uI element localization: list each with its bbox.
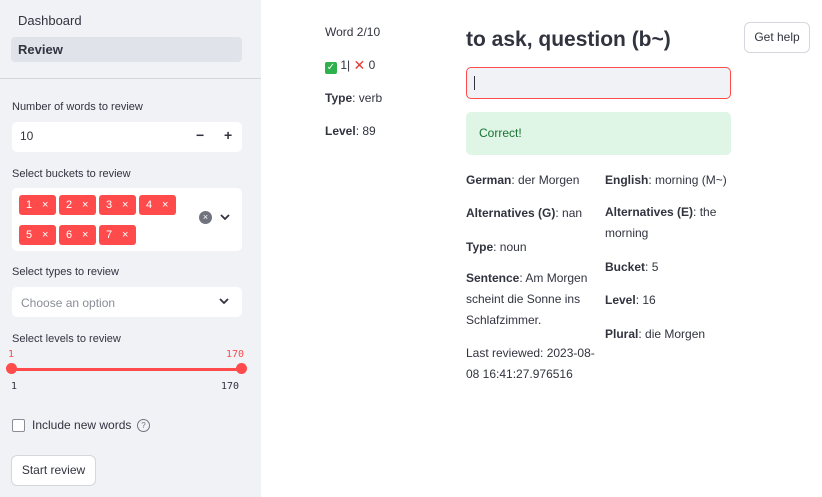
detail-value: der Morgen	[518, 173, 580, 187]
slider-min-handle[interactable]	[6, 363, 17, 374]
slider-max-handle[interactable]	[236, 363, 247, 374]
cross-icon: ✕	[353, 57, 366, 73]
bucket-chip[interactable]: 7 ×	[99, 225, 136, 245]
detail-english: English: morning (M~)	[605, 173, 727, 187]
get-help-button[interactable]: Get help	[744, 22, 810, 53]
num-words-label: Number of words to review	[12, 101, 143, 113]
levels-label: Select levels to review	[12, 333, 121, 345]
text-caret	[474, 76, 475, 90]
last-reviewed: Last reviewed: 2023-08-08 16:41:27.97651…	[466, 346, 595, 381]
word-counter: Word 2/10	[325, 25, 381, 39]
score-row: ✓ 1| ✕ 0	[325, 58, 375, 74]
bucket-chip[interactable]: 2 ×	[59, 195, 96, 215]
sidebar-divider	[0, 78, 261, 79]
chip-remove-icon[interactable]: ×	[42, 225, 48, 245]
chevron-down-icon[interactable]	[220, 214, 230, 221]
score-separator: |	[347, 58, 351, 72]
nav-review[interactable]: Review	[11, 37, 242, 62]
wrong-count: 0	[368, 58, 376, 72]
start-review-button[interactable]: Start review	[11, 455, 96, 486]
answer-input[interactable]	[466, 67, 731, 99]
check-icon: ✓	[325, 62, 337, 74]
slider-min-value: 1	[8, 349, 15, 360]
bucket-chip[interactable]: 5 ×	[19, 225, 56, 245]
chip-label: 3	[106, 199, 113, 211]
chip-label: 6	[66, 229, 73, 241]
sidebar: Dashboard Review Number of words to revi…	[0, 0, 261, 497]
detail-value: nan	[562, 206, 583, 220]
detail-sentence: Sentence: Am Morgen scheint die Sonne in…	[466, 271, 588, 327]
chevron-down-icon[interactable]	[219, 298, 229, 305]
bucket-chip[interactable]: 1 ×	[19, 195, 56, 215]
include-new-label[interactable]: Include new words	[32, 418, 131, 432]
level-label: Level	[325, 124, 356, 138]
bucket-chip[interactable]: 6 ×	[59, 225, 96, 245]
chip-remove-icon[interactable]: ×	[82, 225, 88, 245]
chip-remove-icon[interactable]: ×	[122, 225, 128, 245]
detail-label: Type	[466, 240, 494, 254]
detail-label: Alternatives (G)	[466, 206, 556, 220]
detail-label: Alternatives (E)	[605, 205, 694, 219]
detail-alternatives-e: Alternatives (E): the morning	[605, 205, 717, 240]
detail-alternatives-g: Alternatives (G): nan	[466, 206, 583, 220]
level-value: 89	[362, 124, 376, 138]
slider-max-value: 170	[226, 349, 245, 360]
word-type: Type: verb	[325, 91, 383, 105]
chip-label: 2	[66, 199, 73, 211]
type-label: Type	[325, 91, 353, 105]
num-words-value[interactable]: 10	[20, 129, 33, 143]
detail-level: Level: 16	[605, 293, 656, 307]
num-words-input[interactable]: 10 − +	[12, 122, 242, 152]
buckets-multiselect[interactable]: 1 × 2 × 3 × 4 × 5 × 6 × 7 × ×	[12, 188, 242, 251]
levels-slider-track[interactable]	[11, 368, 242, 371]
clear-all-icon[interactable]: ×	[199, 211, 212, 224]
chip-remove-icon[interactable]: ×	[122, 195, 128, 215]
chip-label: 1	[26, 199, 33, 211]
detail-label: Level	[605, 293, 636, 307]
detail-label: Bucket	[605, 260, 646, 274]
detail-value: noun	[499, 240, 527, 254]
detail-label: German	[466, 173, 512, 187]
detail-label: Plural	[605, 327, 639, 341]
buckets-label: Select buckets to review	[12, 168, 131, 180]
decrement-button[interactable]: −	[196, 127, 204, 143]
detail-value: morning (M~)	[655, 173, 727, 187]
chip-label: 5	[26, 229, 33, 241]
chip-remove-icon[interactable]: ×	[42, 195, 48, 215]
nav-dashboard[interactable]: Dashboard	[11, 8, 242, 33]
detail-label: Sentence	[466, 271, 520, 285]
chip-remove-icon[interactable]: ×	[162, 195, 168, 215]
increment-button[interactable]: +	[224, 127, 232, 143]
bucket-chip[interactable]: 4 ×	[139, 195, 176, 215]
detail-german: German: der Morgen	[466, 173, 580, 187]
types-select[interactable]: Choose an option	[12, 287, 242, 317]
feedback-message: Correct!	[466, 112, 731, 155]
detail-bucket: Bucket: 5	[605, 260, 659, 274]
slider-range-min: 1	[11, 381, 18, 392]
types-label: Select types to review	[12, 266, 119, 278]
detail-value: die Morgen	[645, 327, 706, 341]
detail-plural: Plural: die Morgen	[605, 327, 706, 341]
detail-type: Type: noun	[466, 240, 527, 254]
detail-value: 5	[651, 260, 659, 274]
bucket-chip[interactable]: 3 ×	[99, 195, 136, 215]
chip-remove-icon[interactable]: ×	[82, 195, 88, 215]
detail-label: English	[605, 173, 649, 187]
type-value: verb	[358, 91, 383, 105]
slider-range-max: 170	[221, 381, 240, 392]
prompt-title: to ask, question (b~)	[466, 28, 671, 51]
chip-label: 4	[146, 199, 153, 211]
types-placeholder: Choose an option	[21, 296, 116, 310]
word-level: Level: 89	[325, 124, 376, 138]
chip-label: 7	[106, 229, 113, 241]
include-new-checkbox[interactable]	[12, 419, 25, 432]
help-icon[interactable]: ?	[137, 419, 150, 432]
detail-value: 16	[642, 293, 656, 307]
